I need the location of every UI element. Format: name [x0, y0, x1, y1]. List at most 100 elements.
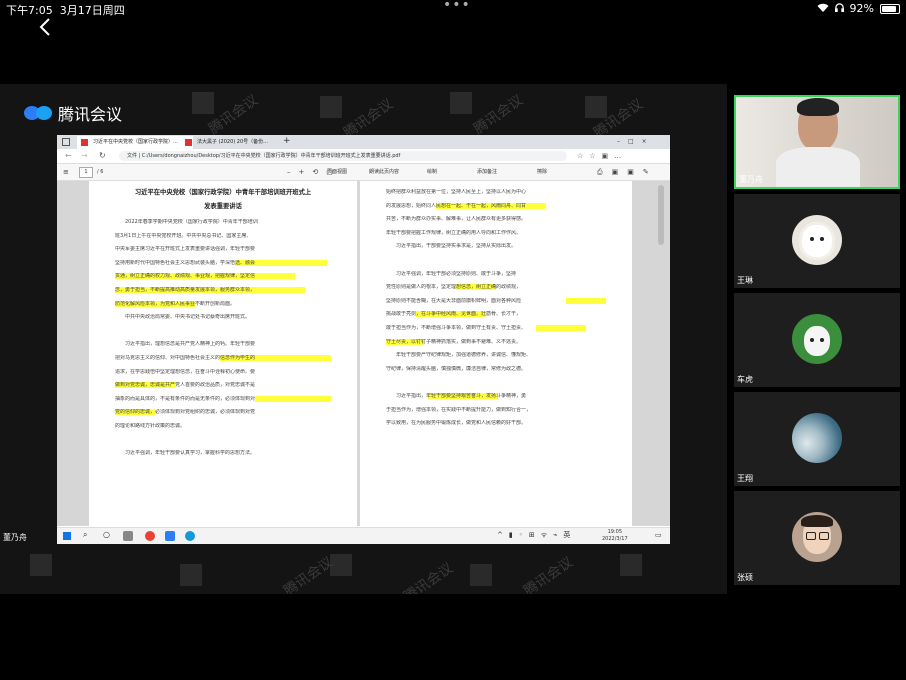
multitask-dots[interactable]: •••	[443, 0, 471, 13]
address-bar: ← → ↻ 文件 | C:/Users/dongnaizhou/Desktop/…	[57, 149, 670, 164]
notification-icon[interactable]: ▭	[655, 531, 662, 539]
participant-name: 王琳	[737, 276, 753, 285]
doc-text-line: 党的信仰的忠诚，必须体现到对党组织的忠诚，必须体现到对党	[115, 409, 256, 416]
doc-title-line1: 习近平在中央党校（国家行政学院）中青年干部培训班开班式上	[134, 189, 312, 196]
windows-start-icon[interactable]	[63, 532, 71, 540]
watermark-block	[620, 554, 642, 576]
system-tray-icons[interactable]: ^▮◦⊞ᯤ⌁英	[497, 530, 576, 540]
watermark-block	[470, 564, 492, 586]
participant-tile-1[interactable]: 董乃舟	[734, 95, 900, 189]
doc-title-line2: 发表重要讲话	[204, 203, 242, 210]
participant-name: 董乃舟	[739, 175, 763, 184]
read-aloud-button[interactable]: 朗读此页内容	[369, 164, 399, 180]
doc-text-line: 的发展思想，始终同人民想在一起、干在一起，风雨同舟、同甘	[386, 202, 606, 209]
pdf-actions[interactable]: ⎙▣▣✎	[597, 164, 658, 180]
app-logo: 腾讯会议	[24, 101, 122, 125]
pdf-icon	[185, 139, 192, 146]
status-right: 92%	[817, 2, 900, 15]
doc-text-line: 于担当作为，增强本领，在实践中不断提升能力，做到知行合一，	[386, 406, 532, 413]
status-time: 下午7:05	[6, 4, 53, 17]
doc-text-line: 习近平指出，年轻干部要坚持艰苦奋斗，发扬斗争精神，勇	[386, 393, 527, 399]
pdf-icon	[81, 139, 88, 146]
doc-text-line: 习近平指出，理想信念是共产党人精神上的钙。年轻干部要	[115, 341, 256, 348]
participant-tile-4[interactable]: 王翔	[734, 392, 900, 486]
url-field[interactable]: 文件 | C:/Users/dongnaizhou/Desktop/习近平在中央…	[119, 151, 567, 161]
doc-text-line: 挑战敢于亮剑，在斗争中经风雨、见世面、壮筋骨、长才干，	[386, 311, 522, 318]
file-explorer-icon[interactable]	[123, 531, 133, 541]
back-chevron-icon[interactable]	[38, 17, 52, 41]
doc-text-line: 追求，在学思践悟中坚定理想信念，在奋斗中诠释初心使命。要	[115, 368, 256, 375]
battery-icon	[880, 3, 900, 14]
browser-tab-1[interactable]: 习近平在中央党校（国家行政学院）...	[77, 136, 193, 149]
doc-text-line: 习近平强调，年轻干部要认真学习，掌握科学的思想方法。	[115, 450, 256, 457]
doc-text-line: 学以致用，在为民服务中锻炼成长，做党和人民信赖的好干部。	[386, 420, 527, 427]
tencent-meeting-taskbar-icon[interactable]	[165, 531, 175, 541]
pdf-viewer: 习近平在中央党校（国家行政学院）中青年干部培训班开班式上 发表重要讲话 2022…	[57, 181, 670, 526]
page-number-input[interactable]: 1	[79, 167, 93, 178]
page-view-button[interactable]: 页面视图	[327, 164, 347, 180]
doc-text-line: 做到对党忠诚，忠诚是共产党人首要的政治品质，对党忠诚不是	[115, 382, 256, 389]
browser-tab-2[interactable]: 法大黑子 (2020) 20号（备份...	[181, 136, 293, 149]
contents-menu-icon[interactable]: ≡	[63, 164, 69, 180]
avatar	[792, 512, 842, 562]
avatar	[792, 314, 842, 364]
watermark-block	[30, 554, 52, 576]
watermark-block	[320, 96, 342, 118]
watermark-text: 腾讯会议	[281, 554, 337, 594]
task-view-icon[interactable]: ○	[103, 530, 110, 539]
draw-button[interactable]: 绘制	[427, 164, 437, 180]
participant-tile-3[interactable]: 车虎	[734, 293, 900, 387]
text-highlight	[536, 325, 586, 331]
doc-text-line: 守纪律，保持清醒头脑，慎独慎微，廉洁自律，常修为政之德。	[386, 365, 527, 372]
doc-text-line	[386, 257, 606, 263]
status-date: 3月17日周四	[59, 4, 125, 17]
watermark-text: 腾讯会议	[521, 554, 577, 594]
status-bar: 下午7:05 3月17日周四 ••• 92%	[0, 0, 906, 18]
pdf-toolbar: ≡ 1 / 6 –+⟲▢ 页面视图 朗读此页内容 绘制 添加备注 擦除 ⎙▣▣✎	[57, 164, 670, 181]
status-time-date: 下午7:05 3月17日周四	[6, 2, 125, 18]
battery-percent: 92%	[849, 2, 874, 15]
participant-name: 张硕	[737, 573, 753, 582]
browser-actions[interactable]: ☆☆▣…	[577, 149, 627, 163]
participant-tile-2[interactable]: 王琳	[734, 194, 900, 288]
doc-text-line: 习近平强调，年轻干部必须坚持原则、敢于斗争，坚持	[386, 270, 517, 277]
watermark-block	[180, 564, 202, 586]
pdf-page-right: 始终把群众利益放在第一位，坚持人民至上，坚持以人民为中心的发展思想，始终同人民想…	[360, 181, 632, 526]
watermark-text: 腾讯会议	[401, 560, 457, 594]
doc-text-line: 的理论和路线方针政策的忠诚。	[115, 423, 186, 429]
window-controls[interactable]: –□×	[617, 135, 655, 149]
edge-icon[interactable]	[185, 531, 195, 541]
text-highlight	[255, 395, 331, 402]
doc-text-line: 始终把群众利益放在第一位，坚持人民至上，坚持以人民为中心	[386, 189, 527, 195]
headphones-icon	[834, 2, 844, 15]
add-note-button[interactable]: 添加备注	[477, 164, 497, 180]
chrome-icon[interactable]	[145, 531, 155, 541]
watermark-block	[192, 92, 214, 114]
back-arrow-icon[interactable]: ←	[65, 149, 72, 163]
participant-name: 车虎	[737, 375, 753, 384]
app-name: 腾讯会议	[58, 105, 123, 124]
doc-text-line: 中共中央政治局常委、中央书记处书记蔡奇出席开班式。	[115, 314, 251, 321]
watermark-text: 腾讯会议	[471, 92, 527, 138]
doc-text-line: 念，勇于担当，不断提高推动高质量发展本领，服务群众本领，	[115, 287, 331, 293]
doc-text-line: 抽象的而是具体的，不是有条件的而是无条件的，必须体现到对	[115, 395, 331, 402]
text-highlight	[566, 297, 606, 304]
forward-arrow-icon[interactable]: →	[81, 149, 88, 163]
doc-text-line	[115, 437, 331, 443]
doc-text-line	[386, 379, 606, 385]
doc-text-line: 中央军委主席习近平在开班式上发表重要讲话强调，年轻干部要	[115, 246, 256, 253]
new-tab-plus-icon[interactable]: +	[283, 135, 291, 148]
window-icon	[62, 138, 70, 146]
dog-costume-avatar-icon	[804, 326, 830, 356]
page-total: / 6	[97, 169, 104, 175]
refresh-icon[interactable]: ↻	[99, 149, 106, 163]
search-icon[interactable]: ⌕	[83, 530, 87, 540]
doc-text-line: 习近平指出，干部要坚持实事求是，坚持从实际出发。	[386, 243, 517, 250]
winter-scene-avatar	[792, 413, 842, 463]
participant-tile-5[interactable]: 张硕	[734, 491, 900, 585]
pdf-scrollbar[interactable]	[658, 185, 664, 245]
browser-tab-bar: 习近平在中央党校（国家行政学院）... 法大黑子 (2020) 20号（备份..…	[57, 135, 670, 149]
erase-button[interactable]: 擦除	[537, 164, 547, 180]
doc-text-line	[115, 328, 331, 334]
shared-screen-window: 习近平在中央党校（国家行政学院）... 法大黑子 (2020) 20号（备份..…	[57, 135, 670, 544]
